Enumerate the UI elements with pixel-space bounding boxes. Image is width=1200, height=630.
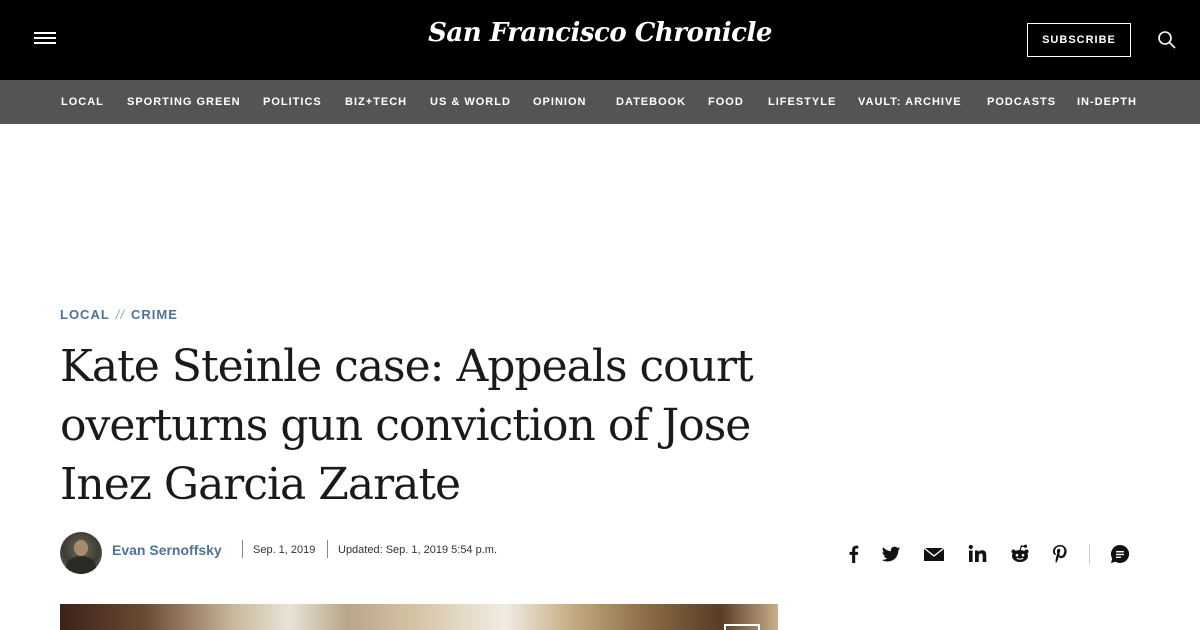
article-headline: Kate Steinle case: Appeals court overtur… [60,341,754,510]
email-icon[interactable] [923,543,945,565]
updated-date: Updated: Sep. 1, 2019 5:54 p.m. [338,544,498,556]
reddit-icon[interactable] [1009,543,1031,565]
nav-item-lifestyle[interactable]: LIFESTYLE [768,80,836,124]
nav-item-podcasts[interactable]: PODCASTS [987,80,1056,124]
hero-image[interactable] [60,604,778,630]
byline-divider [242,540,243,558]
comments-icon[interactable] [1109,543,1131,565]
facebook-icon[interactable] [843,543,865,565]
hamburger-menu-icon[interactable] [34,30,58,50]
nav-item-vault-archive[interactable]: VAULT: ARCHIVE [858,80,962,124]
breadcrumb-section-link[interactable]: LOCAL [60,307,110,322]
author-avatar[interactable] [60,532,102,574]
linkedin-icon[interactable] [967,543,989,565]
nav-item-biz-tech[interactable]: BIZ+TECH [345,80,407,124]
published-date: Sep. 1, 2019 [253,544,316,556]
nav-item-datebook[interactable]: DATEBOOK [616,80,686,124]
nav-item-opinion[interactable]: OPINION [533,80,586,124]
pinterest-icon[interactable] [1049,543,1071,565]
expand-image-icon[interactable] [724,624,760,630]
author-name-link[interactable]: Evan Sernoffsky [112,542,222,558]
nav-item-food[interactable]: FOOD [708,80,744,124]
site-header: San Francisco Chronicle SUBSCRIBE [0,0,1200,80]
section-nav: LOCAL SPORTING GREEN POLITICS BIZ+TECH U… [0,80,1200,124]
nav-item-local[interactable]: LOCAL [61,80,104,124]
byline: Evan Sernoffsky Sep. 1, 2019 Updated: Se… [60,532,760,574]
subscribe-button[interactable]: SUBSCRIBE [1027,23,1131,57]
byline-divider [327,540,328,558]
breadcrumb-subsection-link[interactable]: CRIME [131,307,178,322]
twitter-icon[interactable] [880,543,902,565]
site-logo[interactable]: San Francisco Chronicle [400,18,800,48]
breadcrumb-separator: // [115,307,126,322]
breadcrumb: LOCAL // CRIME [60,307,178,322]
nav-item-sporting-green[interactable]: SPORTING GREEN [127,80,241,124]
nav-item-politics[interactable]: POLITICS [263,80,322,124]
share-divider [1089,544,1090,564]
nav-item-in-depth[interactable]: IN-DEPTH [1077,80,1137,124]
search-icon[interactable] [1157,30,1177,50]
nav-item-us-world[interactable]: US & WORLD [430,80,511,124]
